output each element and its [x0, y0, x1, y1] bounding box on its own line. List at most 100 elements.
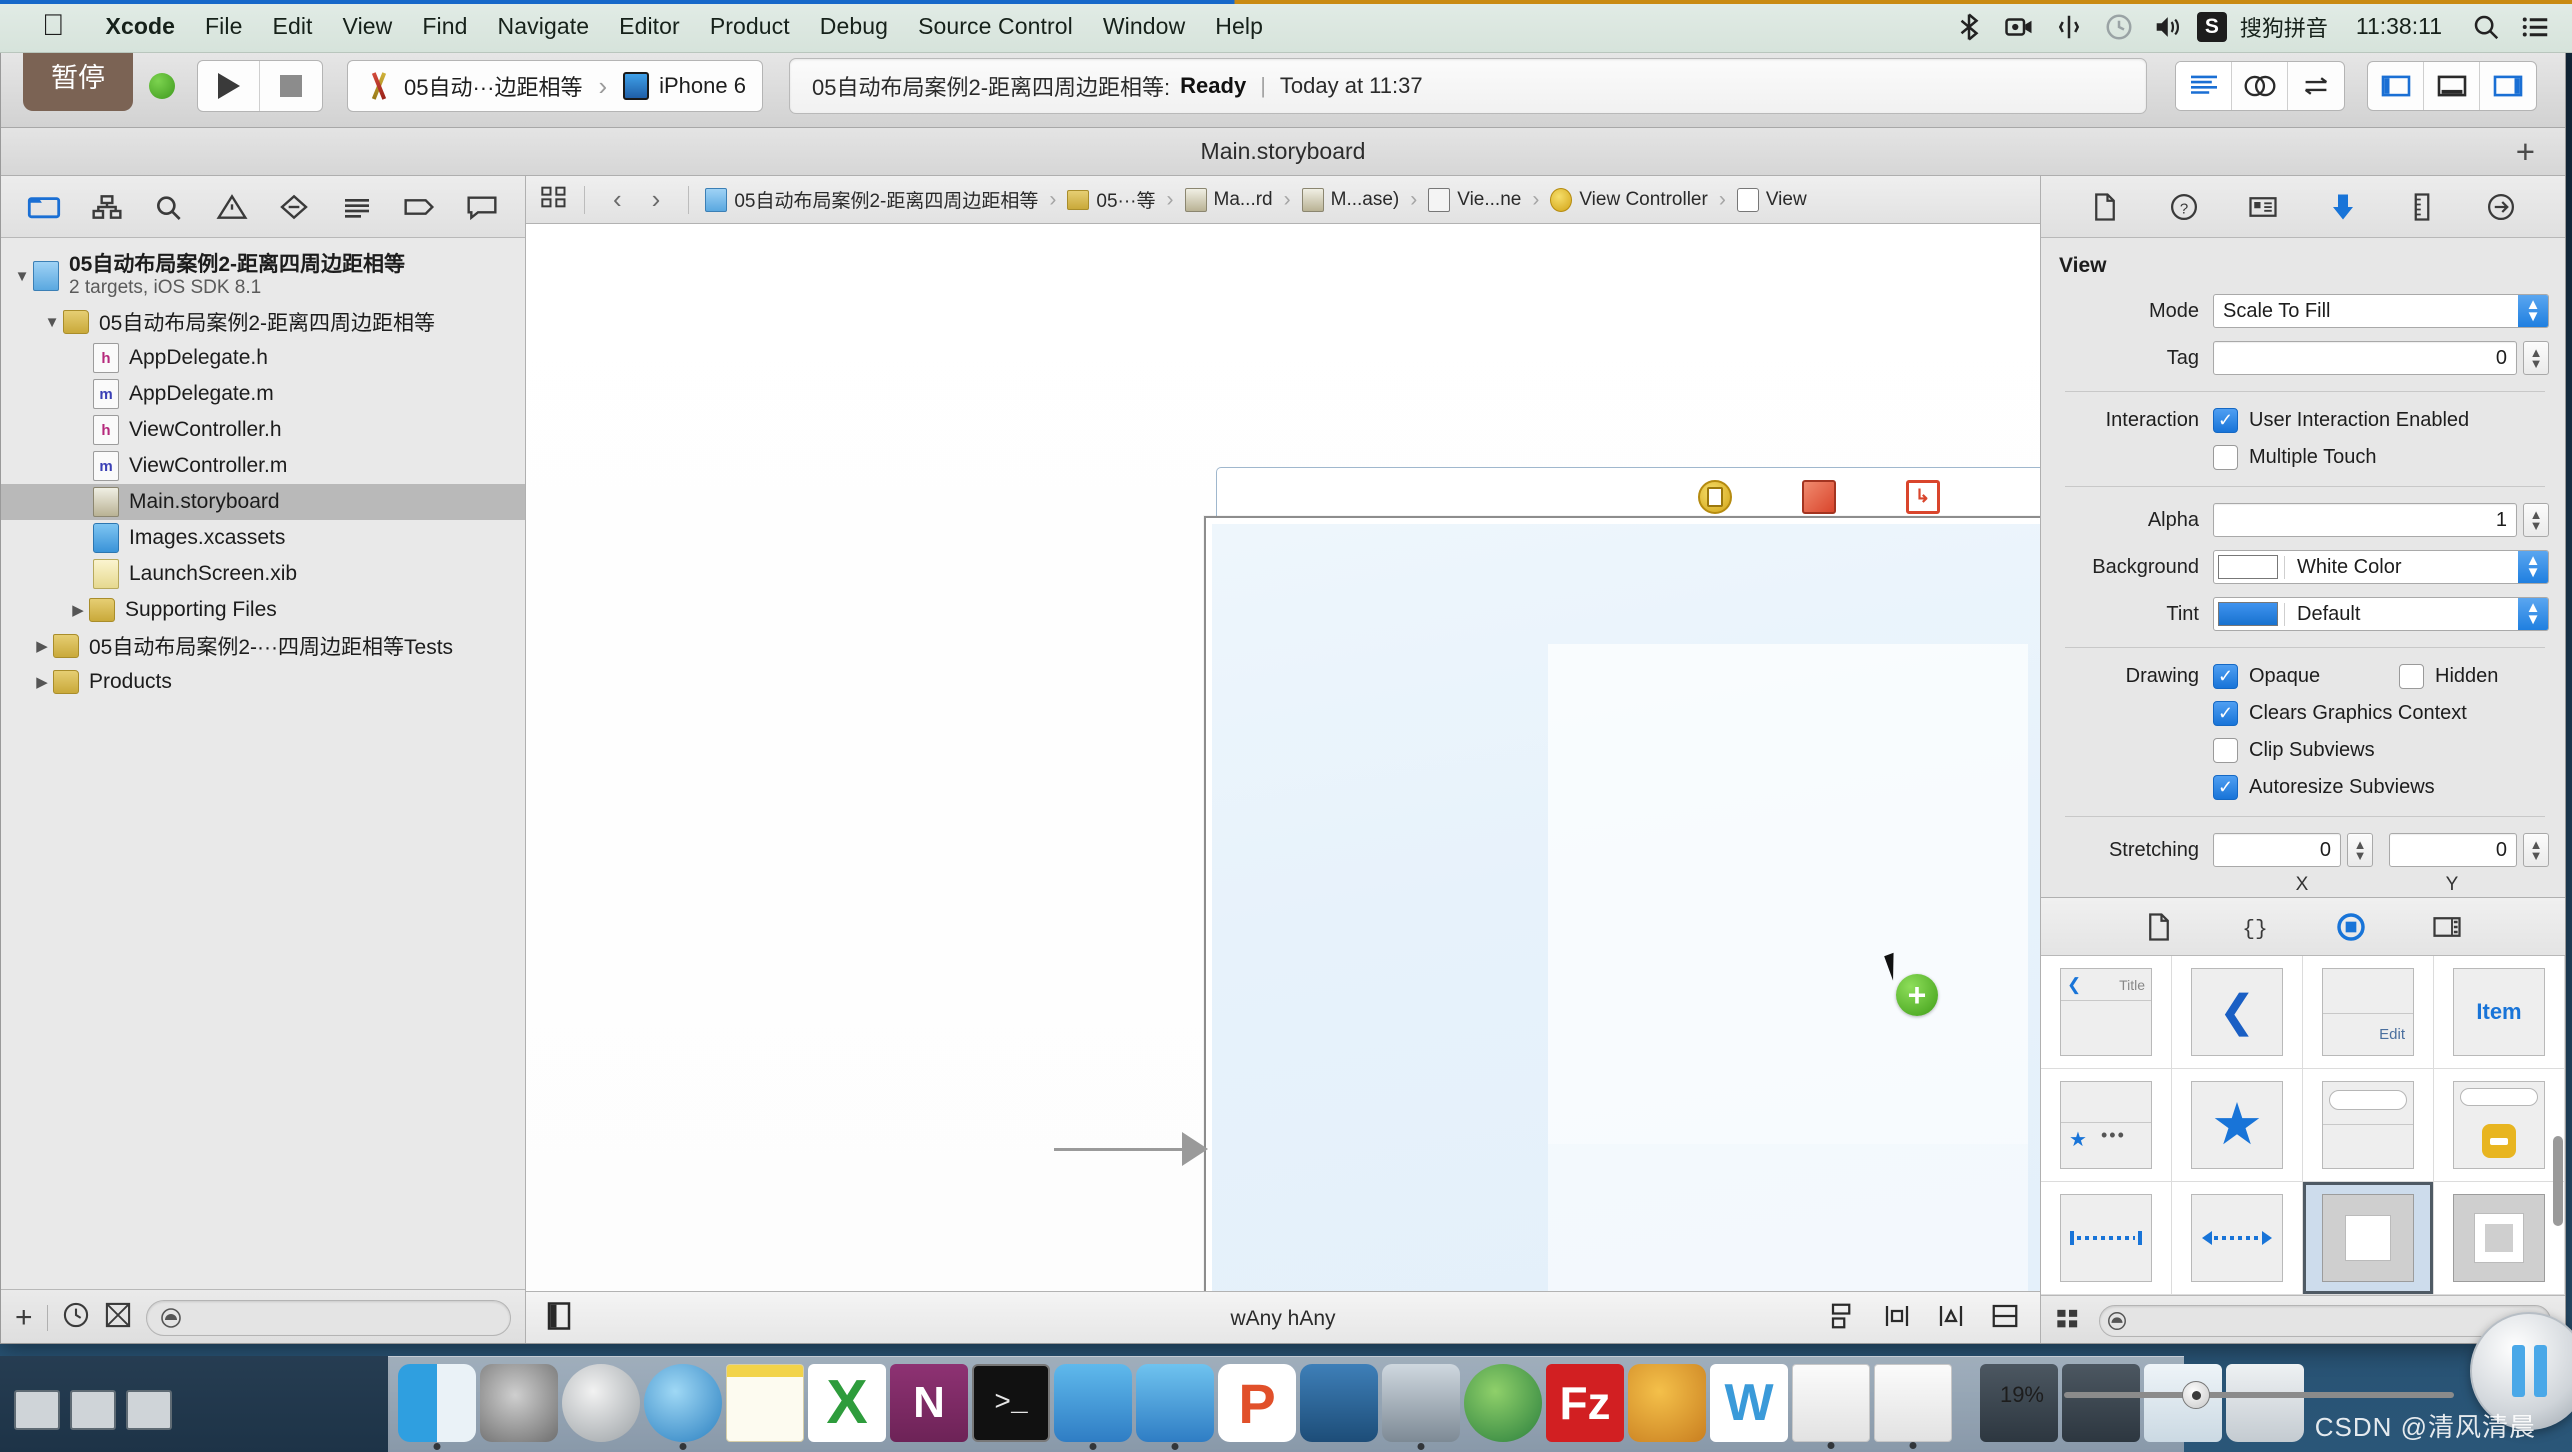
disclosure-triangle-open-icon[interactable]: ▼	[11, 268, 33, 285]
clears-graphics-checkbox[interactable]: ✓	[2213, 701, 2238, 726]
menu-item-navigate[interactable]: Navigate	[483, 13, 605, 40]
window-thumb-1[interactable]	[14, 1390, 60, 1430]
file-inspector-icon[interactable]	[2083, 187, 2127, 227]
background-color-swatch[interactable]	[2218, 555, 2278, 579]
menu-item-find[interactable]: Find	[407, 13, 482, 40]
breadcrumb-item-view-controller[interactable]: View Controller	[1550, 187, 1708, 212]
image-editor-icon[interactable]	[1628, 1364, 1706, 1442]
library-item-search-bar[interactable]	[2303, 1069, 2434, 1182]
tree-row-products[interactable]: ▶ Products	[1, 664, 525, 700]
tree-row-viewcontroller-m[interactable]: m ViewController.m	[1, 448, 525, 484]
symbol-navigator-icon[interactable]	[87, 189, 127, 225]
onenote-icon[interactable]: N	[890, 1364, 968, 1442]
tree-row-appdelegate-h[interactable]: h AppDelegate.h	[1, 340, 525, 376]
menu-item-edit[interactable]: Edit	[258, 13, 328, 40]
finder-icon[interactable]	[398, 1364, 476, 1450]
identity-inspector-icon[interactable]	[2241, 187, 2285, 227]
resizing-behavior-icon[interactable]	[1990, 1301, 2020, 1337]
simulator-icon[interactable]	[1136, 1364, 1214, 1450]
library-item-toolbar[interactable]: ★ •••	[2041, 1069, 2172, 1182]
menu-item-help[interactable]: Help	[1200, 13, 1278, 40]
menu-item-source-control[interactable]: Source Control	[903, 13, 1088, 40]
run-button[interactable]	[198, 61, 260, 111]
library-item-bar-button-item[interactable]: Item	[2434, 956, 2565, 1069]
root-view[interactable]	[1212, 524, 2040, 1291]
disclosure-triangle-closed-icon[interactable]: ▶	[31, 673, 53, 691]
mode-popup[interactable]: Scale To Fill ▲ ▼	[2213, 294, 2549, 328]
scheme-selector[interactable]: 05自动···边距相等 › iPhone 6	[347, 60, 763, 112]
apple-menu-icon[interactable]: 	[42, 11, 65, 41]
tree-row-launchscreen-xib[interactable]: LaunchScreen.xib	[1, 556, 525, 592]
search-icon[interactable]	[2464, 5, 2508, 49]
hidden-checkbox[interactable]	[2399, 664, 2424, 689]
source-control-filter-icon[interactable]	[104, 1301, 132, 1334]
pin-icon[interactable]	[1882, 1301, 1912, 1337]
tree-row-appdelegate-m[interactable]: m AppDelegate.m	[1, 376, 525, 412]
tree-row-supporting-files[interactable]: ▶ Supporting Files	[1, 592, 525, 628]
xcode-icon[interactable]	[1054, 1364, 1132, 1450]
safari-icon[interactable]	[644, 1364, 722, 1450]
menu-item-window[interactable]: Window	[1088, 13, 1200, 40]
code-snippet-library-icon[interactable]: {}	[2235, 909, 2275, 945]
tree-row-project[interactable]: ▼ 05自动布局案例2-距离四周边距相等 2 targets, iOS SDK …	[1, 248, 525, 304]
bluetooth-icon[interactable]	[1947, 5, 1991, 49]
library-scrollbar[interactable]	[2553, 1136, 2563, 1226]
stretching-x-field[interactable]: 0	[2213, 833, 2341, 867]
breadcrumb-item-group[interactable]: 05···等	[1067, 186, 1156, 213]
toggle-document-outline-icon[interactable]	[546, 1301, 572, 1337]
stretching-y-field[interactable]: 0	[2389, 833, 2517, 867]
disclosure-triangle-open-icon[interactable]: ▼	[41, 314, 63, 331]
stretching-y-stepper[interactable]: ▲ ▼	[2523, 833, 2549, 867]
library-item-search-bar-scope[interactable]	[2434, 1069, 2565, 1182]
menu-item-debug[interactable]: Debug	[805, 13, 903, 40]
version-editor-button[interactable]	[2288, 62, 2344, 110]
window-thumb-3[interactable]	[126, 1390, 172, 1430]
disclosure-triangle-closed-icon[interactable]: ▶	[67, 601, 89, 619]
navigator-filter-field[interactable]	[145, 1299, 511, 1336]
breadcrumb-item-scene[interactable]: Vie...ne	[1428, 187, 1521, 212]
view-controller-scene[interactable]	[1204, 516, 2040, 1291]
word-icon[interactable]: W	[1710, 1364, 1788, 1442]
view-controller-icon[interactable]	[1697, 479, 1732, 514]
assistant-editor-button[interactable]	[2232, 62, 2288, 110]
notes-icon[interactable]	[726, 1364, 804, 1442]
background-popup[interactable]: White Color ▲ ▼	[2213, 550, 2549, 584]
add-file-button[interactable]: +	[15, 1302, 33, 1333]
resolve-issues-icon[interactable]	[1936, 1301, 1966, 1337]
breadcrumb-item-view[interactable]: View	[1736, 187, 1807, 212]
standard-editor-button[interactable]	[2176, 62, 2232, 110]
stop-overlay-button[interactable]: 暂停	[23, 45, 133, 111]
menubar-clock[interactable]: 11:38:11	[2340, 13, 2458, 40]
system-preferences-icon[interactable]	[480, 1364, 558, 1442]
size-inspector-icon[interactable]	[2400, 187, 2444, 227]
screen-record-icon[interactable]	[1997, 5, 2041, 49]
vmware-icon[interactable]	[1300, 1364, 1378, 1442]
connections-inspector-icon[interactable]	[2479, 187, 2523, 227]
chrome-icon[interactable]	[1464, 1364, 1542, 1442]
clip-subviews-checkbox[interactable]	[2213, 738, 2238, 763]
disclosure-triangle-closed-icon[interactable]: ▶	[31, 637, 53, 655]
file-template-library-icon[interactable]	[2139, 909, 2179, 945]
appstore-icon-1[interactable]	[1792, 1364, 1870, 1449]
menu-item-xcode[interactable]: Xcode	[91, 13, 191, 40]
excel-icon[interactable]: X	[808, 1364, 886, 1442]
terminal-icon[interactable]: >_	[972, 1364, 1050, 1442]
library-item-star[interactable]: ★	[2172, 1069, 2303, 1182]
size-class-label[interactable]: wAny hAny	[526, 1307, 2040, 1331]
menu-item-file[interactable]: File	[190, 13, 257, 40]
library-item-view[interactable]	[2303, 1182, 2434, 1295]
parallels-icon[interactable]: P	[1218, 1364, 1296, 1442]
exit-icon[interactable]: ↳	[1905, 479, 1940, 514]
menu-item-editor[interactable]: Editor	[604, 13, 695, 40]
quicktime-icon[interactable]	[1382, 1364, 1460, 1450]
user-interaction-checkbox[interactable]: ✓	[2213, 408, 2238, 433]
filezilla-icon[interactable]: Fz	[1546, 1364, 1624, 1442]
related-items-icon[interactable]	[540, 184, 568, 216]
tint-popup[interactable]: Default ▲ ▼	[2213, 597, 2549, 631]
tree-row-tests[interactable]: ▶ 05自动布局案例2-···四周边距相等Tests	[1, 628, 525, 664]
toggle-debug-area-button[interactable]	[2424, 62, 2480, 110]
library-item-navigation-item[interactable]: ❮ Title	[2041, 956, 2172, 1069]
window-thumb-2[interactable]	[70, 1390, 116, 1430]
issue-navigator-icon[interactable]	[212, 189, 252, 225]
first-responder-icon[interactable]	[1801, 479, 1836, 514]
